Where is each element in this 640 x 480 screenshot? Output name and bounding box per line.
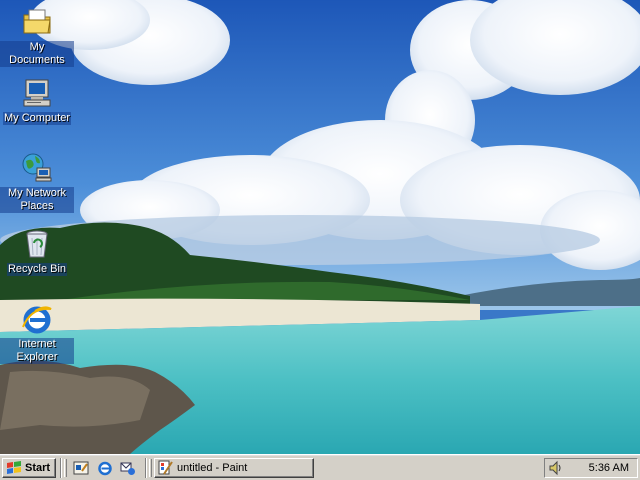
desktop-icon-label: My Documents bbox=[0, 41, 74, 67]
taskbar: Start untitled - Paint 5:36 AM bbox=[0, 454, 640, 480]
windows-logo-icon bbox=[7, 461, 21, 474]
desktop-icon-internet-explorer[interactable]: Internet Explorer bbox=[0, 303, 74, 364]
internet-explorer-icon bbox=[22, 306, 52, 334]
desktop-icon-label: My Network Places bbox=[0, 187, 74, 213]
task-button-label: untitled - Paint bbox=[177, 462, 248, 474]
quick-launch-grip[interactable] bbox=[64, 459, 67, 477]
desktop-wallpaper bbox=[0, 0, 640, 454]
desktop-icon-label: My Computer bbox=[2, 112, 72, 125]
desktop-icon-my-documents[interactable]: My Documents bbox=[0, 6, 74, 67]
network-places-icon bbox=[22, 153, 52, 182]
system-tray: 5:36 AM bbox=[544, 458, 638, 478]
volume-icon[interactable] bbox=[548, 460, 564, 476]
internet-explorer-icon[interactable] bbox=[97, 460, 113, 476]
taskbar-separator bbox=[145, 458, 147, 478]
desktop-icon-my-computer[interactable]: My Computer bbox=[0, 77, 74, 125]
outlook-express-icon[interactable] bbox=[120, 460, 136, 476]
desktop-icon-label: Internet Explorer bbox=[0, 338, 74, 364]
taskbar-separator bbox=[60, 458, 62, 478]
desktop-icon-label: Recycle Bin bbox=[6, 263, 68, 276]
show-desktop-icon[interactable] bbox=[73, 460, 89, 476]
taskbar-clock[interactable]: 5:36 AM bbox=[589, 462, 629, 474]
folder-documents-icon bbox=[23, 9, 51, 34]
desktop-icon-recycle-bin[interactable]: Recycle Bin bbox=[0, 228, 74, 276]
recycle-bin-icon bbox=[26, 230, 48, 258]
paint-icon bbox=[158, 460, 173, 475]
computer-icon bbox=[23, 79, 51, 107]
desktop-icon-my-network-places[interactable]: My Network Places bbox=[0, 152, 74, 213]
task-area-grip[interactable] bbox=[149, 459, 152, 477]
start-label: Start bbox=[25, 462, 51, 474]
task-button-paint[interactable]: untitled - Paint bbox=[154, 458, 314, 478]
start-button[interactable]: Start bbox=[2, 458, 56, 478]
